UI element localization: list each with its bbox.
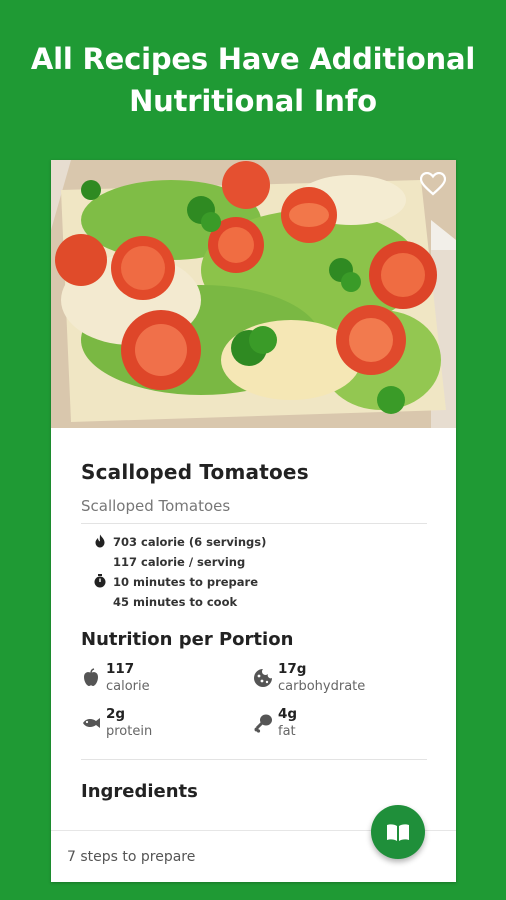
nutrition-item-fat: 4g fat <box>278 706 297 740</box>
ingredients-title: Ingredients <box>81 781 198 802</box>
drumstick-icon <box>254 714 272 733</box>
apple-icon <box>84 668 98 686</box>
nutrition-item-carbohydrate: 17g carbohydrate <box>278 661 365 695</box>
nutrition-value: 17g <box>278 661 307 677</box>
divider <box>81 523 427 524</box>
total-calories: 703 calorie (6 servings) <box>113 535 267 549</box>
recipe-photo[interactable] <box>51 160 456 428</box>
nutrition-value: 117 <box>106 661 135 677</box>
divider <box>81 759 427 760</box>
calories-per-serving: 117 calorie / serving <box>113 555 246 569</box>
book-open-icon <box>387 824 409 841</box>
promo-title-line-1: All Recipes Have Additional <box>30 42 476 76</box>
recipe-card[interactable]: Scalloped Tomatoes Scalloped Tomatoes 70… <box>51 160 456 882</box>
nutrition-value: 2g <box>106 706 126 722</box>
promo-title: All Recipes Have Additional Nutritional … <box>0 38 506 122</box>
stopwatch-icon <box>94 574 106 588</box>
nutrition-title: Nutrition per Portion <box>81 629 294 650</box>
prep-time: 10 minutes to prepare <box>113 575 259 589</box>
flame-icon <box>95 534 105 548</box>
nutrition-label: carbohydrate <box>278 679 366 694</box>
nutrition-value: 4g <box>278 706 298 722</box>
nutrition-label: fat <box>278 724 296 739</box>
recipe-title: Scalloped Tomatoes <box>81 460 309 484</box>
steps-count[interactable]: 7 steps to prepare <box>67 849 195 865</box>
cook-time: 45 minutes to cook <box>113 595 238 609</box>
recipe-subtitle: Scalloped Tomatoes <box>81 497 231 515</box>
cookie-icon <box>254 669 272 687</box>
nutrition-label: calorie <box>106 679 150 694</box>
nutrition-item-protein: 2g protein <box>106 706 152 740</box>
recipe-photo-illustration <box>51 160 456 428</box>
nutrition-item-calorie: 117 calorie <box>106 661 150 695</box>
heart-outline-icon[interactable] <box>420 172 446 196</box>
promo-title-line-2: Nutritional Info <box>129 84 377 118</box>
open-recipe-button[interactable] <box>371 805 425 859</box>
nutrition-label: protein <box>106 724 153 739</box>
fish-icon <box>83 718 100 728</box>
